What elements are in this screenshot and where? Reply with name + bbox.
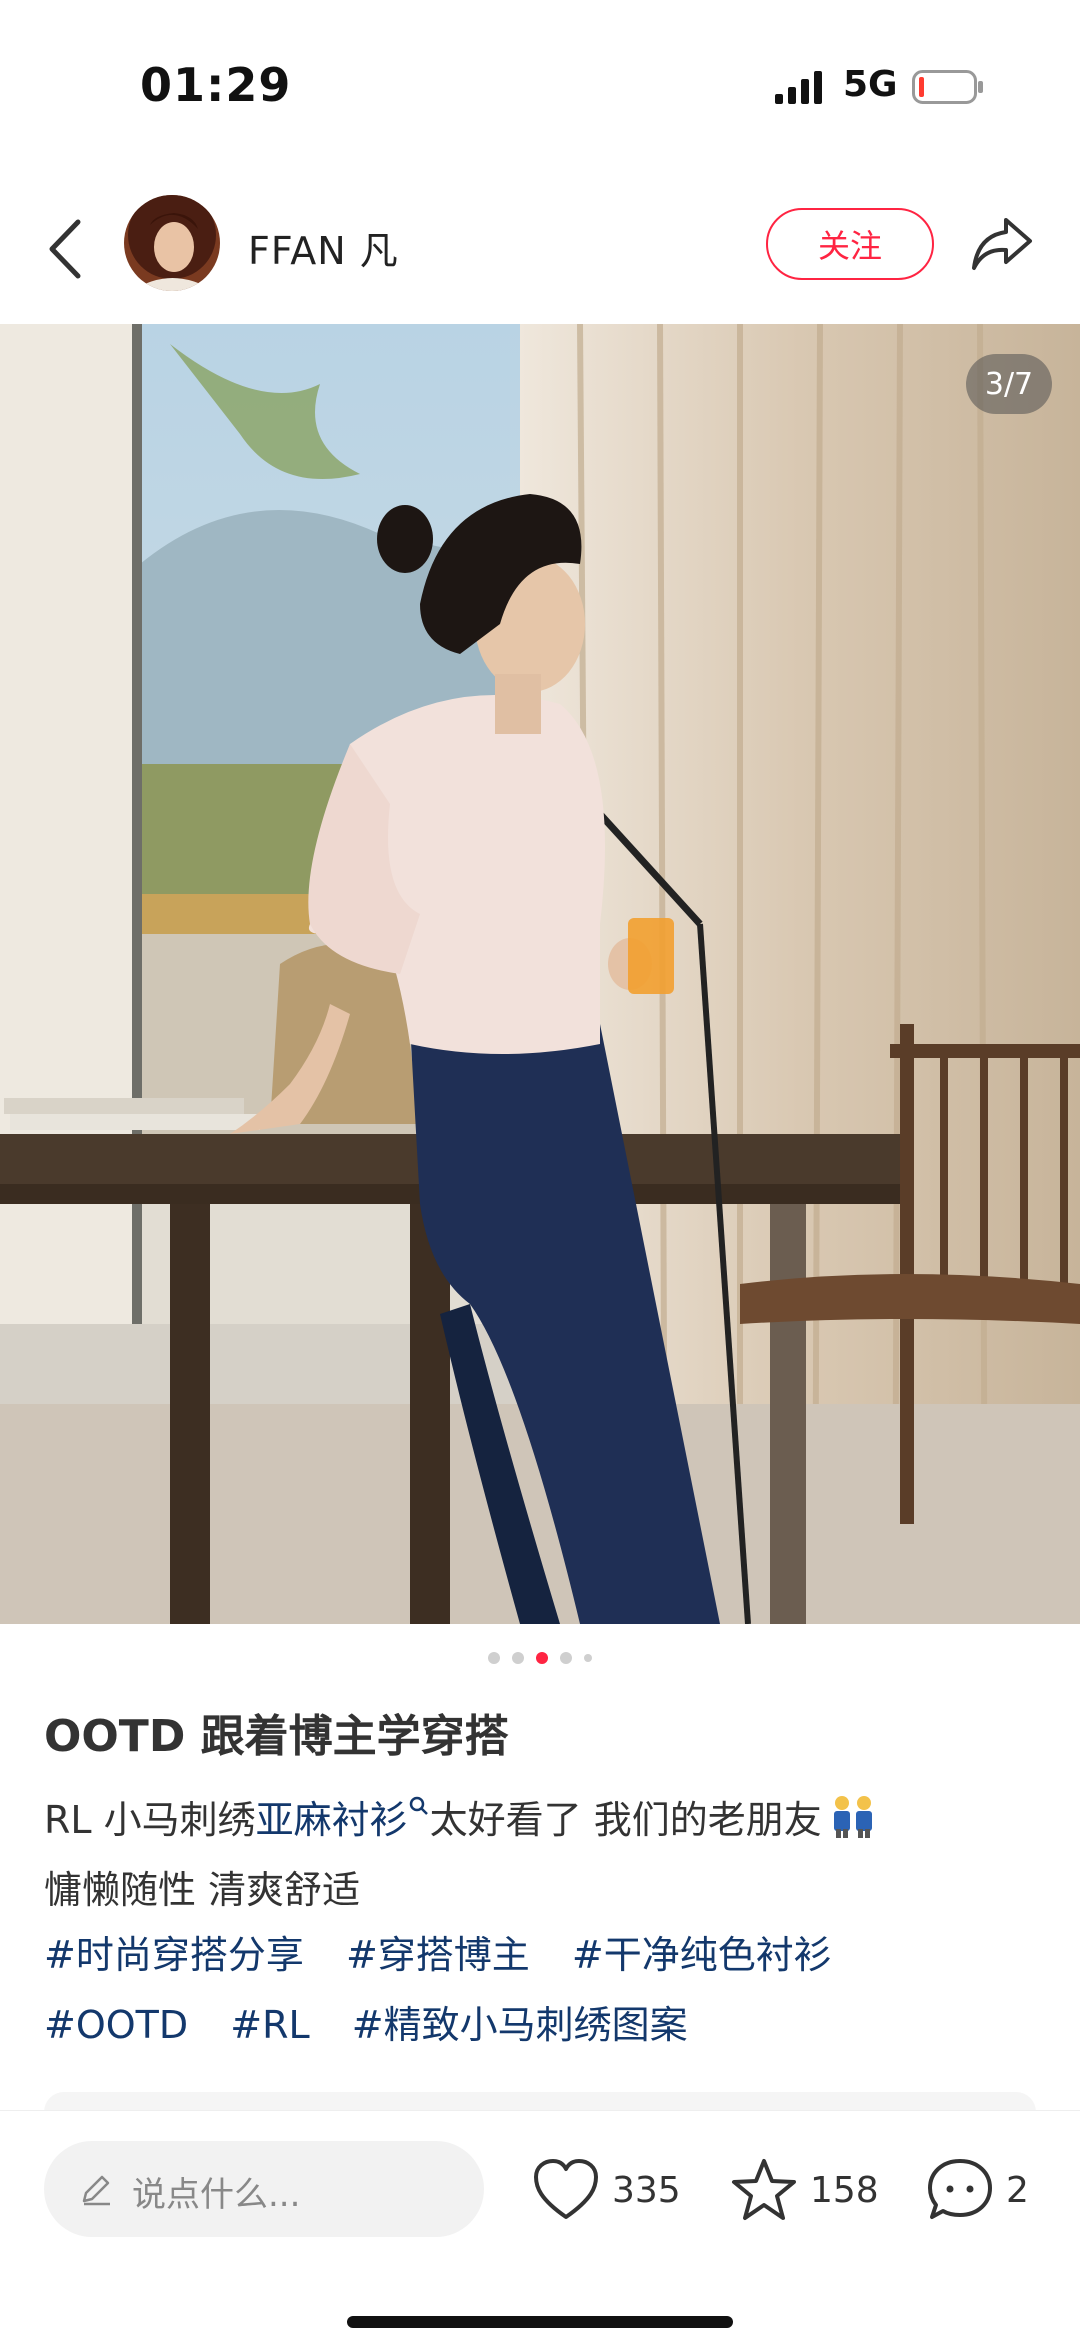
image-counter: 3/7 bbox=[966, 354, 1052, 414]
post-title: OOTD 跟着博主学穿搭 bbox=[44, 1711, 509, 1762]
battery-icon bbox=[912, 70, 983, 104]
post-photo[interactable] bbox=[0, 324, 1080, 1624]
heart-icon bbox=[534, 2159, 598, 2219]
product-link[interactable]: 亚麻衬衫 bbox=[255, 1796, 430, 1842]
like-button[interactable]: 335 bbox=[532, 2155, 681, 2225]
carousel-dot bbox=[488, 1652, 500, 1664]
author-name[interactable]: FFAN 凡 bbox=[248, 220, 399, 275]
carousel-indicator bbox=[0, 1650, 1080, 1666]
star-icon bbox=[732, 2159, 796, 2220]
post-text-line2: 慵懒随性 清爽舒适 bbox=[44, 1868, 361, 1912]
status-bar: 01:29 5G bbox=[0, 0, 1080, 180]
favorite-button[interactable]: 158 bbox=[730, 2155, 879, 2225]
hashtag[interactable]: #穿搭博主 bbox=[346, 1933, 530, 1977]
hashtag[interactable]: #精致小马刺绣图案 bbox=[352, 2003, 688, 2047]
carousel-dot bbox=[584, 1654, 592, 1662]
post-body: RL 小马刺绣亚麻衬衫 太好看了 我们的老朋友 慵懒随性 清爽舒适 bbox=[44, 1785, 1044, 1925]
post-header: FFAN 凡 关注 bbox=[0, 180, 1080, 324]
search-icon bbox=[409, 1796, 428, 1815]
comment-count: 2 bbox=[1006, 2169, 1029, 2211]
carousel-dot bbox=[560, 1652, 572, 1664]
network-type: 5G bbox=[843, 64, 898, 105]
product-link-label: 亚麻衬衫 bbox=[255, 1798, 408, 1842]
follow-button[interactable]: 关注 bbox=[766, 208, 934, 280]
status-time: 01:29 bbox=[140, 58, 292, 112]
hashtag[interactable]: #干净纯色衬衫 bbox=[572, 1933, 832, 1977]
comment-placeholder: 说点什么... bbox=[132, 2175, 301, 2215]
bottom-action-bar: 说点什么... 335 158 2 bbox=[0, 2110, 1080, 2349]
comment-input[interactable]: 说点什么... bbox=[44, 2141, 484, 2237]
signal-icon bbox=[775, 71, 822, 104]
hashtag[interactable]: #OOTD bbox=[44, 2003, 188, 2047]
hashtag-list: #时尚穿搭分享 #穿搭博主 #干净纯色衬衫 #OOTD #RL #精致小马刺绣图… bbox=[44, 1920, 1044, 2060]
comment-button[interactable]: 2 bbox=[926, 2155, 1029, 2225]
post-text-before: RL 小马刺绣 bbox=[44, 1798, 256, 1842]
people-emoji-icon bbox=[833, 1796, 872, 1838]
home-indicator bbox=[347, 2316, 733, 2328]
post-text-after: 太好看了 我们的老朋友 bbox=[429, 1798, 822, 1842]
favorite-count: 158 bbox=[810, 2169, 879, 2211]
author-avatar[interactable] bbox=[124, 195, 220, 291]
hashtag[interactable]: #时尚穿搭分享 bbox=[44, 1933, 304, 1977]
hashtag[interactable]: #RL bbox=[230, 2003, 309, 2047]
pencil-icon bbox=[82, 2175, 110, 2206]
back-arrow-icon[interactable] bbox=[44, 214, 88, 284]
like-count: 335 bbox=[612, 2169, 681, 2211]
carousel-dot bbox=[512, 1652, 524, 1664]
share-icon[interactable] bbox=[970, 214, 1034, 274]
comment-bubble-icon bbox=[928, 2159, 992, 2219]
carousel-dot-active bbox=[536, 1652, 548, 1664]
